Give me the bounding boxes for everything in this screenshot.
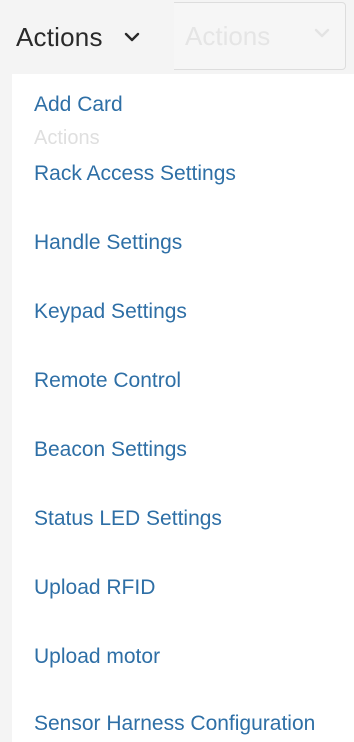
menu-item-upload-rfid[interactable]: Upload RFID [34, 575, 155, 601]
menu-item-add-card[interactable]: Add Card [34, 92, 123, 118]
actions-menu: Actions Add Card Rack Access Settings Ha… [12, 74, 354, 742]
actions-dropdown-button[interactable]: Actions [0, 0, 174, 74]
menu-item-upload-motor[interactable]: Upload motor [34, 644, 160, 670]
menu-item-handle-settings[interactable]: Handle Settings [34, 230, 182, 256]
background-select-label: Actions [185, 21, 271, 51]
menu-item-rack-access-settings[interactable]: Rack Access Settings [34, 161, 236, 187]
menu-item-remote-control[interactable]: Remote Control [34, 368, 181, 394]
background-actions-select: Actions [166, 2, 346, 70]
menu-item-status-led-settings[interactable]: Status LED Settings [34, 506, 222, 532]
menu-item-keypad-settings[interactable]: Keypad Settings [34, 299, 187, 325]
actions-dropdown-label: Actions [16, 21, 103, 52]
background-tooltip: Actions [34, 127, 100, 149]
menu-item-beacon-settings[interactable]: Beacon Settings [34, 437, 187, 463]
chevron-down-icon [124, 32, 139, 42]
chevron-down-icon [314, 28, 330, 38]
menu-item-sensor-harness-configuration[interactable]: Sensor Harness Configuration [34, 711, 315, 737]
